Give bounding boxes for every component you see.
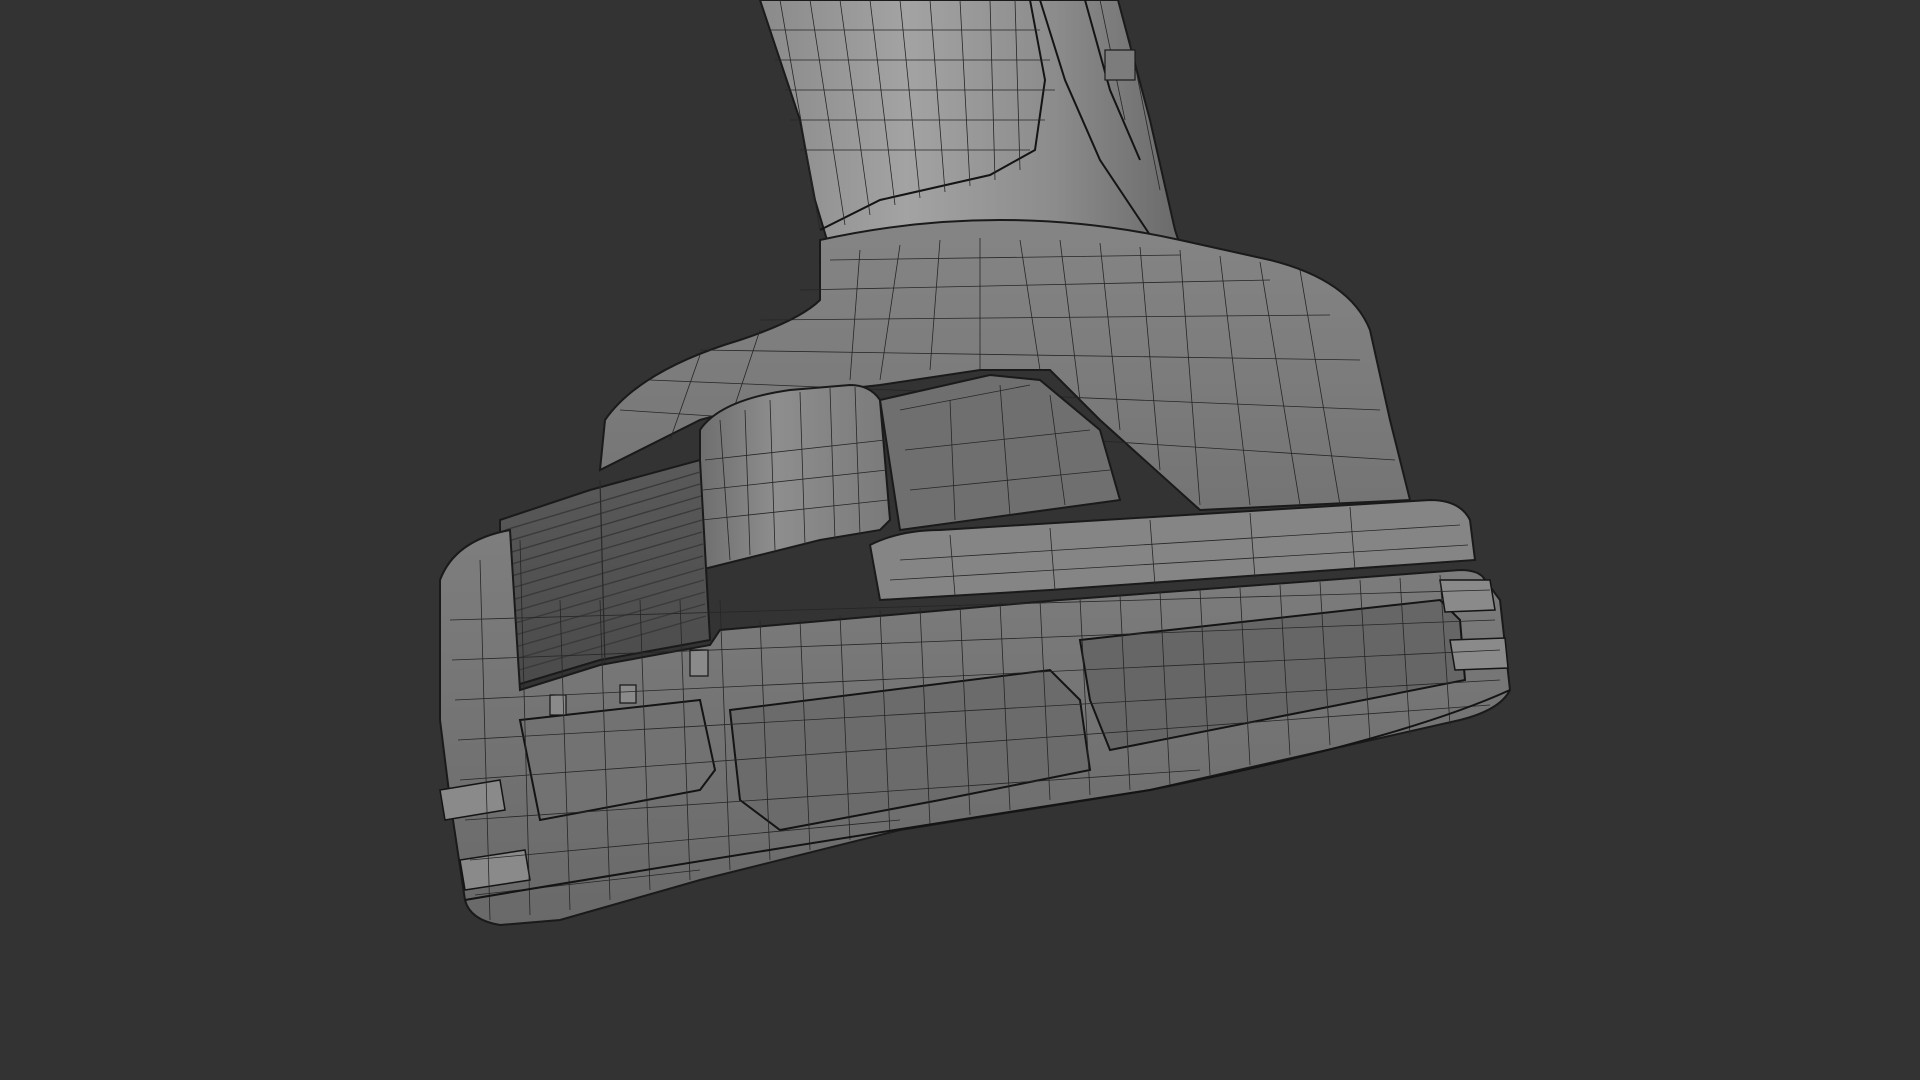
mesh-render bbox=[439, 0, 1512, 927]
handle-mesh bbox=[758, 0, 1182, 252]
3d-viewport[interactable] bbox=[0, 0, 1920, 1080]
